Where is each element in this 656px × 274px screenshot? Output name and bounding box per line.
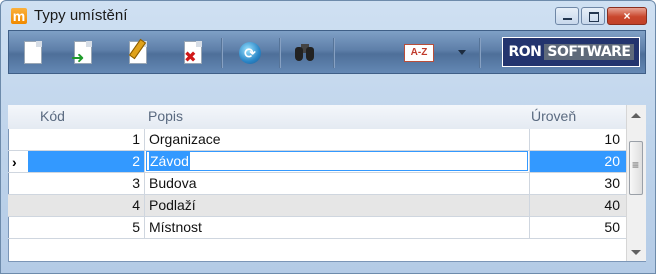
red-x-icon: ✖: [184, 49, 197, 66]
sort-dropdown-icon[interactable]: [458, 50, 466, 55]
table-row[interactable]: 1 Organizace 10: [8, 129, 626, 151]
cell-uroven[interactable]: 30: [529, 173, 626, 194]
cell-uroven[interactable]: 40: [529, 195, 626, 216]
toolbar-separator: [479, 38, 481, 68]
title-bar[interactable]: m Typy umístění ×: [1, 1, 655, 31]
selected-text: Závod: [149, 152, 190, 170]
cell-uroven[interactable]: 20: [529, 151, 626, 172]
sort-button[interactable]: A-Z: [404, 39, 438, 67]
close-icon: ×: [623, 9, 631, 23]
table-row[interactable]: 4 Podlaží 40: [8, 195, 626, 217]
scroll-up-icon[interactable]: [631, 113, 641, 118]
scroll-down-icon[interactable]: [631, 250, 641, 255]
ron-software-logo: RON SOFTWARE: [502, 37, 640, 67]
cell-popis[interactable]: Podlaží: [144, 195, 529, 216]
close-button[interactable]: ×: [607, 7, 647, 25]
toolbar-separator: [333, 38, 335, 68]
maximize-icon: [589, 12, 599, 22]
sort-az-icon: A-Z: [404, 44, 434, 62]
cell-uroven[interactable]: 10: [529, 129, 626, 150]
new-record-button[interactable]: [19, 39, 47, 67]
cell-kod[interactable]: 3: [28, 173, 144, 194]
cell-popis[interactable]: Organizace: [144, 129, 529, 150]
maximize-button[interactable]: [581, 7, 605, 25]
cell-kod[interactable]: 2: [28, 151, 144, 172]
row-pointer-icon: ›: [12, 154, 17, 170]
scrollbar-thumb[interactable]: [629, 141, 643, 195]
cell-edit-input[interactable]: Závod: [146, 151, 528, 171]
cell-popis[interactable]: Budova: [144, 173, 529, 194]
toolbar-separator: [221, 38, 223, 68]
table-row-selected[interactable]: › 2 Závod 20: [8, 151, 626, 173]
vertical-scrollbar[interactable]: [626, 105, 646, 261]
copy-record-button[interactable]: ➜: [69, 39, 97, 67]
cell-kod[interactable]: 5: [28, 217, 144, 238]
cell-kod[interactable]: 1: [28, 129, 144, 150]
find-button[interactable]: [291, 39, 319, 67]
cell-kod[interactable]: 4: [28, 195, 144, 216]
find-binoculars-icon: [295, 44, 315, 62]
minimize-icon: [563, 18, 572, 20]
column-header-popis[interactable]: Popis: [148, 108, 183, 124]
table-row[interactable]: 3 Budova 30: [8, 173, 626, 195]
refresh-button[interactable]: ⟳: [236, 39, 264, 67]
toolbar: ➜ ✖ ⟳ A-Z RON SOFTWARE: [8, 30, 646, 74]
minimize-button[interactable]: [555, 7, 579, 25]
cell-popis[interactable]: Místnost: [144, 217, 529, 238]
cell-uroven[interactable]: 50: [529, 217, 626, 238]
toolbar-separator: [279, 38, 281, 68]
refresh-icon: ⟳: [239, 42, 261, 64]
column-header-uroven[interactable]: Úroveň: [531, 108, 576, 124]
window-title: Typy umístění: [34, 7, 128, 24]
table-row[interactable]: 5 Místnost 50: [8, 217, 626, 239]
edit-record-button[interactable]: [124, 38, 152, 67]
column-header-kod[interactable]: Kód: [40, 108, 65, 124]
app-icon[interactable]: m: [11, 8, 27, 24]
grid-header: Kód Popis Úroveň: [8, 105, 626, 129]
delete-record-button[interactable]: ✖: [179, 39, 207, 67]
new-document-icon: [24, 41, 42, 64]
green-arrow-icon: ➜: [71, 50, 85, 67]
